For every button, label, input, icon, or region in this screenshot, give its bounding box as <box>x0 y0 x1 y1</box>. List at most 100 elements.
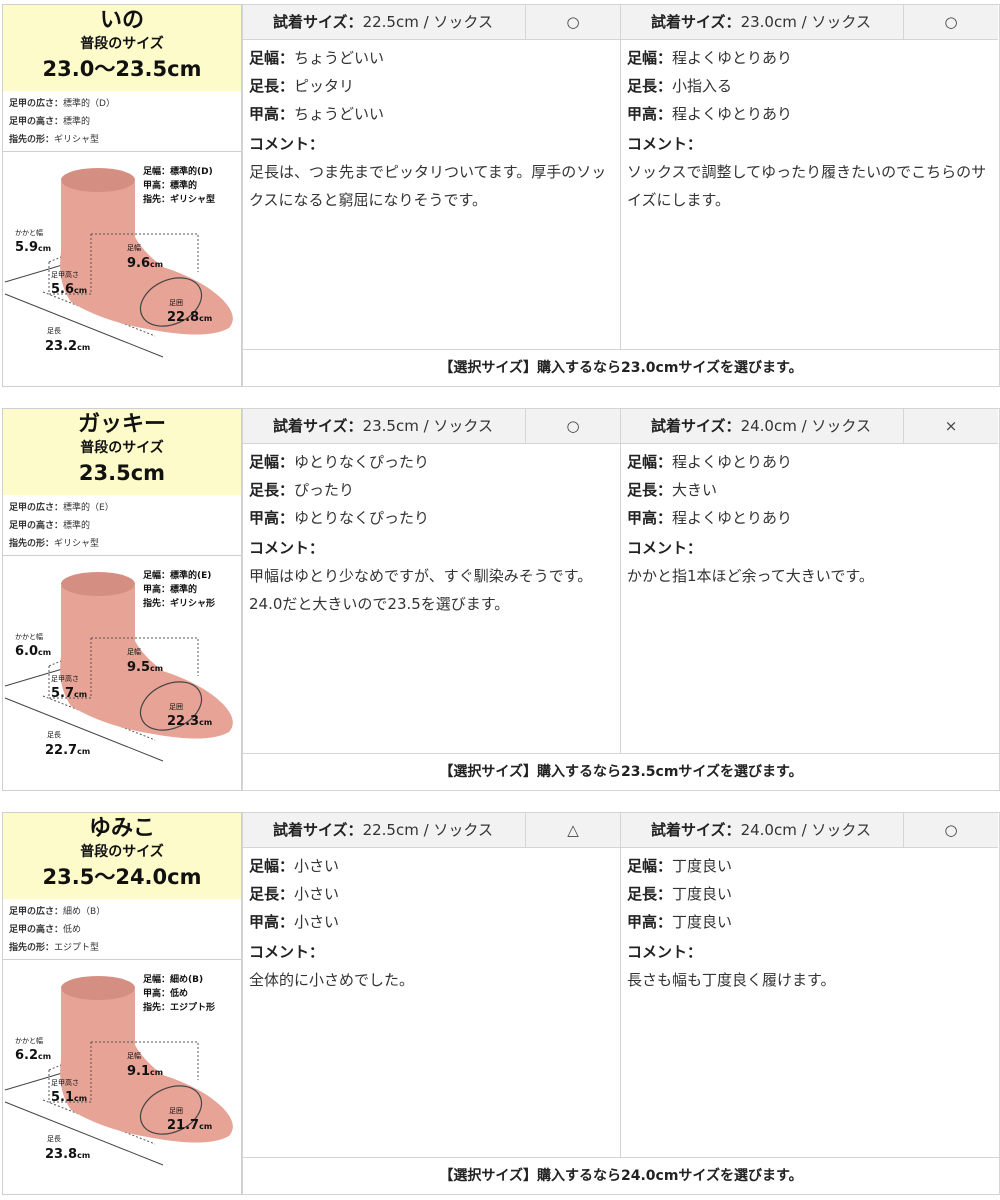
length-row: 足長：丁度良い <box>627 885 733 903</box>
attr-shape: 指先の形：ギリシャ型 <box>9 539 100 549</box>
attr-height: 足甲の高さ：低め <box>9 925 82 935</box>
instep-row: 甲高：程よくゆとりあり <box>627 105 793 123</box>
attr-width: 足甲の広さ：標準的（E） <box>9 503 114 513</box>
trial-body: 足幅：丁度良い 足長：丁度良い 甲高：丁度良い コメント： 長さも幅も丁度良く履… <box>621 848 998 994</box>
comment-text: 全体的に小さめでした。 <box>249 971 415 989</box>
diagram-width-text: 足幅：細め(B) <box>143 973 203 985</box>
length-row: 足長：ピッタリ <box>249 77 355 95</box>
comment-label: コメント： <box>627 539 703 557</box>
name-box: いの 普段のサイズ 23.0〜23.5cm <box>3 5 241 91</box>
attr-width: 足甲の広さ：細め（B） <box>9 907 106 917</box>
instep-height-label: 足甲高さ <box>51 270 79 279</box>
instep-row: 甲高：程よくゆとりあり <box>627 509 793 527</box>
selected-size-note: 【選択サイズ】購入するなら23.0cmサイズを選びます。 <box>243 349 999 387</box>
trial-size: 試着サイズ：23.5cm / ソックス <box>273 417 493 435</box>
trial-header: 試着サイズ：23.0cm / ソックス ○ <box>621 5 998 40</box>
foot-attributes: 足甲の広さ：標準的（E） 足甲の高さ：標準的 指先の形：ギリシャ型 <box>9 499 114 553</box>
trial-size: 試着サイズ：24.0cm / ソックス <box>651 821 871 839</box>
foot-width-value: 9.5cm <box>127 660 163 675</box>
foot-length-value: 22.7cm <box>45 743 90 758</box>
trial-column: 試着サイズ：22.5cm / ソックス ○ 足幅：ちょうどいい 足長：ピッタリ … <box>243 5 621 349</box>
instep-height-label: 足甲高さ <box>51 1078 79 1087</box>
width-row: 足幅：ちょうどいい <box>249 49 385 67</box>
foot-width-label: 足幅 <box>127 243 141 252</box>
width-row: 足幅：程よくゆとりあり <box>627 49 793 67</box>
attr-width: 足甲の広さ：標準的（D） <box>9 99 115 109</box>
usual-size-value: 23.5cm <box>78 461 166 485</box>
instep-row: 甲高：小さい <box>249 913 340 931</box>
diagram-toe-text: 指先：ギリシャ形 <box>143 597 215 609</box>
trial-header: 試着サイズ：22.5cm / ソックス ○ <box>243 5 620 40</box>
name-box: ゆみこ 普段のサイズ 23.5〜24.0cm <box>3 813 241 899</box>
heel-width-label: かかと幅 <box>15 228 43 237</box>
comment-label: コメント： <box>627 943 703 961</box>
trial-body: 足幅：小さい 足長：小さい 甲高：小さい コメント： 全体的に小さめでした。 <box>243 848 620 994</box>
trial-header: 試着サイズ：24.0cm / ソックス × <box>621 409 998 444</box>
trial-body: 足幅：程よくゆとりあり 足長：大きい 甲高：程よくゆとりあり コメント： かかと… <box>621 444 998 590</box>
foot-width-label: 足幅 <box>127 647 141 656</box>
foot-illustration: 足幅：標準的(D) 甲高：標準的 指先：ギリシャ型 かかと幅 5.9cm 足幅 … <box>4 165 233 358</box>
comment-text: ソックスで調整してゆったり履きたいのでこちらのサイズにします。 <box>627 163 987 209</box>
width-row: 足幅：丁度良い <box>627 857 733 875</box>
heel-width-label: かかと幅 <box>15 632 43 641</box>
trial-column: 試着サイズ：23.0cm / ソックス ○ 足幅：程よくゆとりあり 足長：小指入… <box>621 5 998 349</box>
fit-mark: ○ <box>525 409 620 443</box>
trial-column: 試着サイズ：24.0cm / ソックス × 足幅：程よくゆとりあり 足長：大きい… <box>621 409 998 753</box>
comment-label: コメント： <box>627 135 703 153</box>
name-box: ガッキー 普段のサイズ 23.5cm <box>3 409 241 495</box>
length-row: 足長：小指入る <box>627 77 733 95</box>
foot-length-value: 23.2cm <box>45 339 90 354</box>
comment-text: 長さも幅も丁度良く履けます。 <box>627 971 836 989</box>
trial-size: 試着サイズ：23.0cm / ソックス <box>651 13 871 31</box>
foot-diagram: 足幅：細め(B) 甲高：低め 指先：エジプト形 かかと幅 6.2cm 足幅 9.… <box>3 960 241 1194</box>
comment-label: コメント： <box>249 135 325 153</box>
usual-size-label: 普段のサイズ <box>80 440 164 456</box>
selected-size-note: 【選択サイズ】購入するなら23.5cmサイズを選びます。 <box>243 753 999 791</box>
foot-diagram: 足幅：標準的(E) 甲高：標準的 指先：ギリシャ形 かかと幅 6.0cm 足幅 … <box>3 556 241 790</box>
foot-length-label: 足長 <box>47 327 61 335</box>
fit-mark: × <box>903 409 998 443</box>
usual-size-value: 23.5〜24.0cm <box>42 865 202 889</box>
trial-table: 試着サイズ：22.5cm / ソックス ○ 足幅：ちょうどいい 足長：ピッタリ … <box>242 4 1000 387</box>
trial-size: 試着サイズ：22.5cm / ソックス <box>273 821 493 839</box>
person-block: ゆみこ 普段のサイズ 23.5〜24.0cm 足甲の広さ：細め（B） 足甲の高さ… <box>2 812 1000 1195</box>
foot-illustration: 足幅：細め(B) 甲高：低め 指先：エジプト形 かかと幅 6.2cm 足幅 9.… <box>4 973 233 1166</box>
usual-size-value: 23.0〜23.5cm <box>42 57 202 81</box>
comment-text: かかと指1本ほど余って大きいです。 <box>627 567 874 585</box>
length-row: 足長：大きい <box>627 481 718 499</box>
trial-size: 試着サイズ：22.5cm / ソックス <box>273 13 493 31</box>
selected-size-note: 【選択サイズ】購入するなら24.0cmサイズを選びます。 <box>243 1157 999 1195</box>
person-name: ゆみこ <box>88 816 155 841</box>
foot-width-value: 9.1cm <box>127 1064 163 1079</box>
instep-row: 甲高：丁度良い <box>627 913 733 931</box>
width-row: 足幅：小さい <box>249 857 340 875</box>
foot-length-value: 23.8cm <box>45 1147 90 1162</box>
girth-label: 足囲 <box>169 1107 183 1115</box>
heel-width-value: 6.2cm <box>15 1048 51 1063</box>
trial-body: 足幅：ゆとりなくぴったり 足長：ぴったり 甲高：ゆとりなくぴったり コメント： … <box>243 444 620 618</box>
instep-height-label: 足甲高さ <box>51 674 79 683</box>
foot-length-label: 足長 <box>47 731 61 739</box>
trial-body: 足幅：程よくゆとりあり 足長：小指入る 甲高：程よくゆとりあり コメント： ソッ… <box>621 40 998 214</box>
diagram-instep-text: 甲高：標準的 <box>143 583 197 595</box>
diagram-instep-text: 甲高：低め <box>143 987 188 999</box>
trial-table: 試着サイズ：22.5cm / ソックス △ 足幅：小さい 足長：小さい 甲高：小… <box>242 812 1000 1195</box>
foot-diagram: 足幅：標準的(D) 甲高：標準的 指先：ギリシャ型 かかと幅 5.9cm 足幅 … <box>3 152 241 386</box>
person-name: いの <box>99 8 144 33</box>
diagram-width-text: 足幅：標準的(D) <box>143 165 213 177</box>
trial-body: 足幅：ちょうどいい 足長：ピッタリ 甲高：ちょうどいい コメント： 足長は、つま… <box>243 40 620 214</box>
girth-label: 足囲 <box>169 703 183 711</box>
usual-size-label: 普段のサイズ <box>80 36 164 52</box>
length-row: 足長：ぴったり <box>249 481 355 499</box>
fit-mark: △ <box>525 813 620 847</box>
trial-header: 試着サイズ：22.5cm / ソックス △ <box>243 813 620 848</box>
diagram-width-text: 足幅：標準的(E) <box>143 569 211 581</box>
trial-column: 試着サイズ：24.0cm / ソックス ○ 足幅：丁度良い 足長：丁度良い 甲高… <box>621 813 998 1157</box>
comment-text: 甲幅はゆとり少なめですが、すぐ馴染みそうです。24.0だと大きいので23.5を選… <box>249 567 593 613</box>
trial-header: 試着サイズ：24.0cm / ソックス ○ <box>621 813 998 848</box>
fit-mark: ○ <box>903 813 998 847</box>
trial-column: 試着サイズ：23.5cm / ソックス ○ 足幅：ゆとりなくぴったり 足長：ぴっ… <box>243 409 621 753</box>
fit-mark: ○ <box>903 5 998 39</box>
diagram-instep-text: 甲高：標準的 <box>143 179 197 191</box>
attr-height: 足甲の高さ：標準的 <box>9 521 91 531</box>
